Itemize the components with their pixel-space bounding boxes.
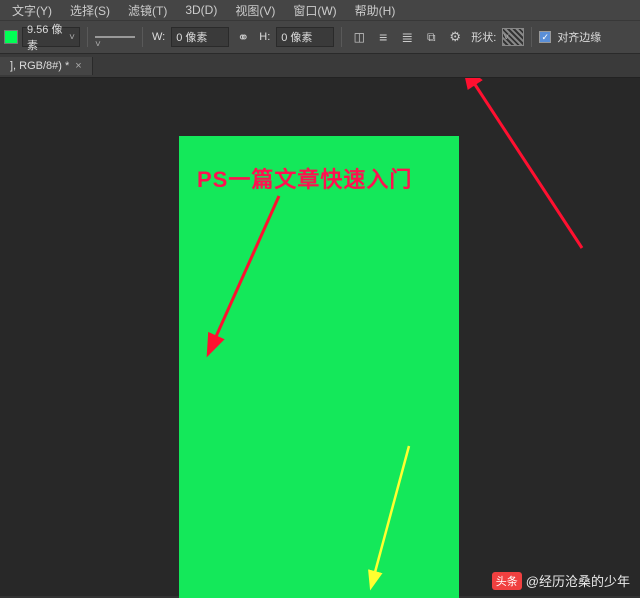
menu-help[interactable]: 帮助(H) (347, 0, 404, 21)
menu-3d[interactable]: 3D(D) (177, 1, 225, 19)
watermark: 头条 @经历沧桑的少年 (492, 571, 630, 590)
document-tab-bar: ], RGB/8#) * × (0, 54, 640, 78)
menu-filter[interactable]: 滤镜(T) (120, 0, 175, 21)
artboard-headline: PS一篇文章快速入门 (197, 162, 412, 194)
document-tab[interactable]: ], RGB/8#) * × (0, 57, 93, 75)
h-label: H: (259, 31, 270, 43)
tab-title: ], RGB/8#) * (10, 60, 69, 72)
menubar: 文字(Y) 选择(S) 滤镜(T) 3D(D) 视图(V) 窗口(W) 帮助(H… (0, 0, 640, 20)
width-field[interactable]: 0 像素 (171, 27, 229, 47)
arrow-annotation-yellow (179, 136, 459, 598)
menu-select[interactable]: 选择(S) (62, 0, 118, 21)
shape-picker[interactable] (502, 28, 524, 46)
menu-window[interactable]: 窗口(W) (285, 0, 344, 21)
shape-label: 形状: (471, 29, 496, 45)
align-icon[interactable] (373, 27, 393, 47)
arrow-annotation-red-inner (179, 136, 459, 596)
divider (142, 27, 143, 47)
height-field[interactable]: 0 像素 (276, 27, 334, 47)
menu-view[interactable]: 视图(V) (227, 0, 283, 21)
watermark-badge: 头条 (492, 572, 522, 590)
link-icon[interactable] (233, 27, 253, 47)
watermark-text: @经历沧桑的少年 (526, 571, 630, 590)
options-bar: 9.56 像素 W: 0 像素 H: 0 像素 形状: ✓ 对齐边缘 (0, 20, 640, 54)
path-combine-icon[interactable] (421, 27, 441, 47)
divider (531, 27, 532, 47)
align-edges-label: 对齐边缘 (557, 29, 601, 45)
close-icon[interactable]: × (75, 60, 81, 72)
arrange-icon[interactable] (397, 27, 417, 47)
stroke-width-field[interactable]: 9.56 像素 (22, 27, 80, 47)
divider (341, 27, 342, 47)
divider (87, 27, 88, 47)
align-edges-checkbox[interactable]: ✓ (539, 31, 551, 43)
fill-swatch[interactable] (4, 30, 18, 44)
artboard[interactable]: PS一篇文章快速入门 (179, 136, 459, 598)
canvas-area: PS一篇文章快速入门 (0, 78, 640, 596)
stroke-style-picker[interactable] (95, 36, 135, 38)
menu-type[interactable]: 文字(Y) (4, 0, 60, 21)
w-label: W: (152, 31, 165, 43)
path-ops-icon[interactable] (349, 27, 369, 47)
gear-icon[interactable] (445, 27, 465, 47)
